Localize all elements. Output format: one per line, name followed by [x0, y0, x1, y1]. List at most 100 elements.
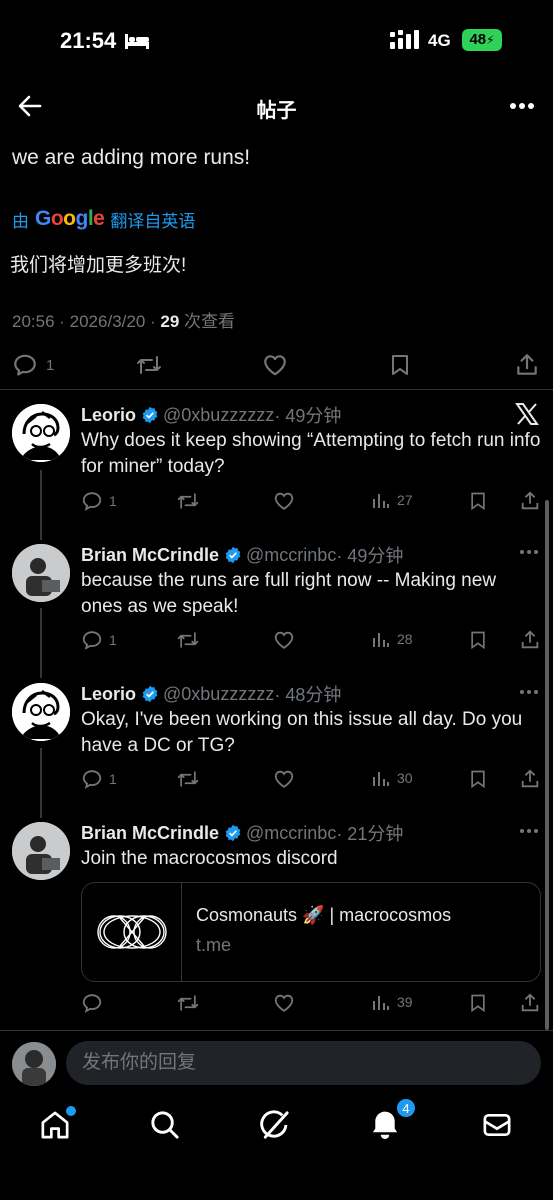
bar-chart-icon — [373, 633, 389, 647]
heart-icon — [274, 770, 294, 788]
battery-level: 48 — [469, 31, 487, 48]
heart-icon — [274, 492, 294, 510]
author-name[interactable]: Leorio — [81, 405, 136, 426]
like-button[interactable] — [262, 352, 288, 378]
more-options-icon[interactable] — [519, 827, 539, 835]
reply-text: Join the macrocosmos discord — [81, 848, 338, 869]
post-meta: 20:56 · 2026/3/20 · 29 次查看 — [12, 307, 235, 332]
bookmark-button[interactable] — [468, 629, 488, 651]
share-icon — [521, 630, 539, 649]
x-logo-icon — [515, 403, 539, 425]
thread-connector — [40, 748, 42, 818]
views-button[interactable]: 39 — [371, 992, 413, 1012]
retweet-button[interactable] — [176, 992, 200, 1014]
reply-button[interactable]: 1 — [81, 768, 117, 790]
view-count: 39 — [397, 994, 413, 1010]
avatar[interactable] — [12, 544, 70, 602]
like-button[interactable] — [273, 629, 295, 651]
reply-button[interactable]: 1 — [12, 352, 54, 378]
nav-grok[interactable] — [258, 1108, 294, 1144]
views-button[interactable]: 28 — [371, 629, 413, 649]
post-timestamp: 20:56 · 2026/3/20 · — [12, 312, 161, 331]
reply-icon — [14, 354, 36, 376]
macrocosmos-logo-icon — [97, 915, 167, 949]
more-options-icon[interactable] — [519, 548, 539, 556]
author-handle[interactable]: @0xbuzzzzzz — [163, 684, 274, 705]
author-name[interactable]: Leorio — [81, 684, 136, 705]
reply-time: · 49分钟 — [336, 546, 404, 566]
translate-prefix: 由 — [12, 211, 29, 231]
bookmark-button[interactable] — [468, 992, 488, 1014]
share-button[interactable] — [519, 768, 541, 790]
retweet-button[interactable] — [176, 768, 200, 790]
author-name[interactable]: Brian McCrindle — [81, 823, 219, 844]
reply-count: 1 — [109, 493, 117, 509]
reply-count: 1 — [46, 356, 55, 374]
scrollbar[interactable] — [545, 500, 549, 1030]
views-count: 29 — [160, 312, 180, 331]
bookmark-button[interactable] — [468, 768, 488, 790]
share-button[interactable] — [519, 629, 541, 651]
author-handle[interactable]: @mccrinbc — [246, 823, 336, 844]
profile-photo-icon — [12, 1042, 56, 1086]
divider — [0, 1030, 553, 1031]
reply-header: Brian McCrindle @mccrinbc · 49分钟 — [81, 542, 403, 568]
nav-home[interactable] — [38, 1106, 76, 1144]
bookmark-button[interactable] — [388, 352, 412, 378]
author-handle[interactable]: @mccrinbc — [246, 545, 336, 566]
translated-text: 我们将增加更多班次! — [10, 255, 187, 276]
retweet-button[interactable] — [135, 352, 163, 378]
view-count: 28 — [397, 631, 413, 647]
verified-badge-icon — [142, 406, 158, 424]
views-button[interactable]: 27 — [371, 490, 413, 510]
nav-search[interactable] — [148, 1108, 184, 1144]
reply-time: · 49分钟 — [274, 406, 342, 426]
page-title: 帖子 — [256, 100, 297, 122]
cellular-signal-icon — [390, 30, 419, 49]
reply-input[interactable] — [66, 1041, 541, 1085]
author-handle[interactable]: @0xbuzzzzzz — [163, 405, 274, 426]
bookmark-button[interactable] — [468, 490, 488, 512]
retweet-button[interactable] — [176, 629, 200, 651]
avatar[interactable] — [12, 404, 70, 462]
reply-actions: 1 30 — [81, 768, 551, 794]
bar-chart-icon — [373, 772, 389, 786]
translation-attribution[interactable]: 由 Google 翻译自英语 — [12, 206, 195, 232]
nav-messages[interactable] — [480, 1108, 516, 1144]
avatar[interactable] — [12, 822, 70, 880]
reply-button[interactable] — [81, 992, 109, 1014]
retweet-button[interactable] — [176, 490, 200, 512]
mail-icon — [483, 1113, 511, 1137]
status-time: 21:54 — [60, 28, 117, 53]
retweet-icon — [177, 995, 199, 1011]
reply-text: Why does it keep showing “Attempting to … — [81, 430, 541, 477]
share-button[interactable] — [519, 992, 541, 1014]
post-text: we are adding more runs! — [12, 146, 251, 169]
retweet-icon — [177, 493, 199, 509]
like-button[interactable] — [273, 490, 295, 512]
card-domain: t.me — [196, 935, 232, 955]
battery-indicator: 48⚡ — [462, 29, 502, 51]
more-options-icon[interactable] — [519, 688, 539, 696]
share-button[interactable] — [514, 352, 540, 378]
my-avatar[interactable] — [12, 1042, 56, 1086]
reply-icon — [82, 492, 102, 511]
nav-notifications[interactable]: 4 — [368, 1098, 416, 1144]
author-name[interactable]: Brian McCrindle — [81, 545, 219, 566]
link-preview-card[interactable]: Cosmonauts 🚀 | macrocosmos t.me — [81, 882, 541, 982]
reply-button[interactable]: 1 — [81, 629, 117, 651]
network-type: 4G — [428, 31, 451, 50]
more-options-icon[interactable] — [509, 94, 535, 118]
bookmark-icon — [471, 492, 485, 511]
views-button[interactable]: 30 — [371, 768, 413, 788]
like-button[interactable] — [273, 992, 295, 1014]
share-button[interactable] — [519, 490, 541, 512]
like-button[interactable] — [273, 768, 295, 790]
notifications-badge: 4 — [396, 1098, 416, 1118]
reply-button[interactable]: 1 — [81, 490, 117, 512]
reply-time: · 21分钟 — [336, 824, 404, 844]
grok-icon — [260, 1110, 289, 1139]
avatar[interactable] — [12, 683, 70, 741]
reply-actions: 1 28 — [81, 629, 551, 655]
retweet-icon — [177, 632, 199, 648]
